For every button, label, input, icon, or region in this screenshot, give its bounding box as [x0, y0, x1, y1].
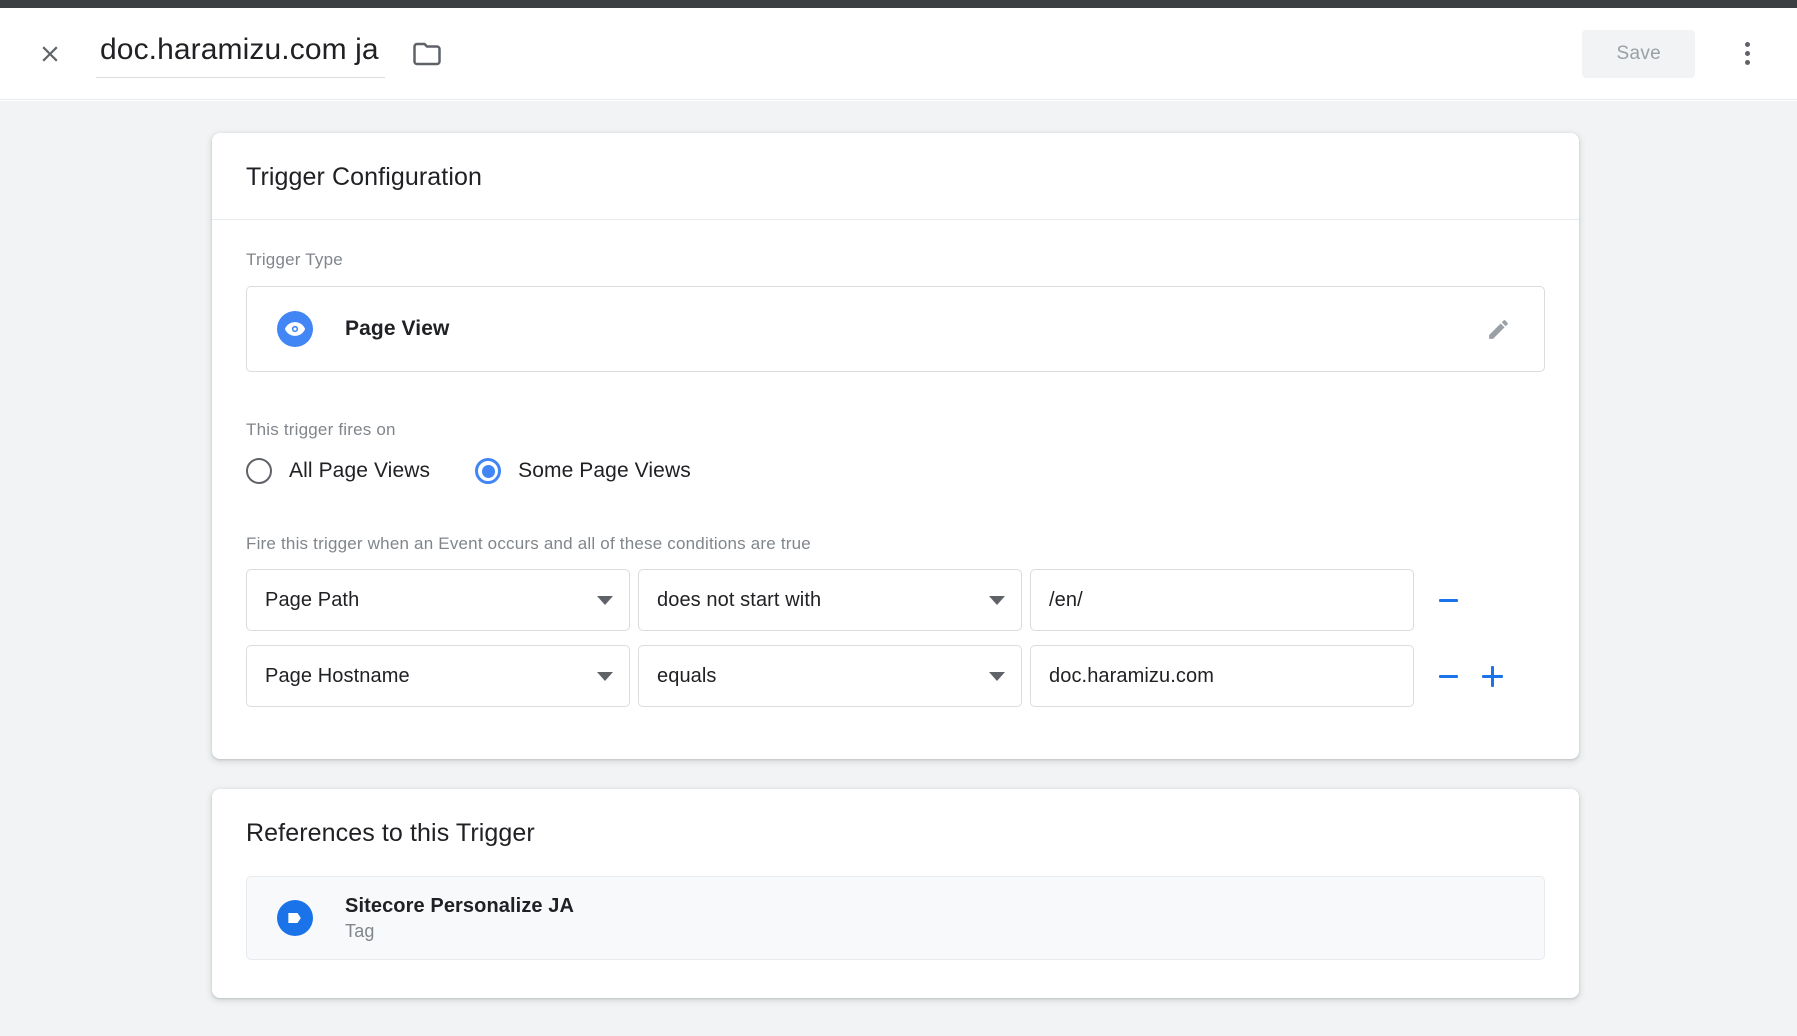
chevron-down-icon: [989, 595, 1005, 605]
radio-all-page-views[interactable]: All Page Views: [246, 458, 430, 484]
header-bar: doc.haramizu.com ja Save: [0, 8, 1797, 100]
trigger-type-selector[interactable]: Page View: [246, 286, 1545, 372]
tag-icon: [277, 900, 313, 936]
condition-row: Page Path does not start with /en/: [246, 569, 1545, 631]
chevron-down-icon: [989, 671, 1005, 681]
list-item[interactable]: Sitecore Personalize JA Tag: [246, 876, 1545, 960]
references-body: Sitecore Personalize JA Tag: [212, 862, 1579, 998]
remove-condition-button[interactable]: [1426, 578, 1470, 622]
fires-on-radio-group: All Page Views Some Page Views: [246, 458, 1545, 484]
conditions-block: Fire this trigger when an Event occurs a…: [246, 534, 1545, 707]
more-options-button[interactable]: [1723, 30, 1771, 78]
trigger-name-input[interactable]: doc.haramizu.com ja: [96, 29, 385, 78]
trigger-type-value: Page View: [345, 317, 450, 340]
chevron-down-icon: [597, 595, 613, 605]
trigger-configuration-card: Trigger Configuration Trigger Type Page …: [212, 133, 1579, 759]
page-content: Trigger Configuration Trigger Type Page …: [0, 101, 1797, 1036]
header-actions: Save: [1582, 29, 1771, 78]
radio-some-page-views[interactable]: Some Page Views: [475, 458, 691, 484]
fires-on-block: This trigger fires on All Page Views Som…: [246, 420, 1545, 484]
plus-icon: [1481, 665, 1503, 687]
condition-variable-select[interactable]: Page Path: [246, 569, 630, 631]
radio-all-page-views-mark: [246, 458, 272, 484]
fires-on-label: This trigger fires on: [246, 420, 396, 439]
references-heading: References to this Trigger: [246, 819, 535, 847]
condition-variable-value: Page Path: [265, 588, 360, 611]
more-vert-icon-dot-1: [1744, 42, 1750, 47]
pencil-icon: [1488, 319, 1508, 339]
condition-variable-value: Page Hostname: [265, 664, 410, 687]
title-area: doc.haramizu.com ja: [96, 29, 1582, 78]
window-top-strip: [0, 0, 1797, 8]
app-window: doc.haramizu.com ja Save Trigger Configu…: [0, 0, 1797, 1036]
list-item-texts: Sitecore Personalize JA Tag: [345, 895, 574, 942]
condition-operator-value: does not start with: [657, 588, 822, 611]
add-condition-button[interactable]: [1470, 654, 1514, 698]
radio-some-page-views-label: Some Page Views: [518, 459, 691, 482]
condition-operator-value: equals: [657, 664, 717, 687]
minus-icon: [1438, 598, 1458, 602]
close-icon: [42, 45, 58, 62]
folder-icon: [412, 42, 441, 65]
more-vert-icon-dot-2: [1744, 51, 1750, 56]
close-button[interactable]: [26, 30, 74, 78]
list-item-title: Sitecore Personalize JA: [345, 894, 575, 917]
trigger-type-label: Trigger Type: [246, 250, 343, 269]
save-button[interactable]: Save: [1582, 29, 1695, 78]
more-vert-icon-dot-3: [1744, 60, 1750, 65]
list-item-subtitle: Tag: [345, 920, 375, 941]
condition-value-input[interactable]: doc.haramizu.com: [1030, 645, 1414, 707]
conditions-caption: Fire this trigger when an Event occurs a…: [246, 534, 811, 553]
minus-icon: [1438, 674, 1458, 678]
condition-row-actions: [1426, 578, 1514, 622]
chevron-down-icon: [597, 671, 613, 681]
condition-row: Page Hostname equals doc.haramizu.com: [246, 645, 1545, 707]
trigger-configuration-heading: Trigger Configuration: [212, 133, 1579, 220]
folder-button[interactable]: [407, 34, 447, 74]
radio-all-page-views-label: All Page Views: [289, 459, 431, 482]
condition-row-actions: [1426, 654, 1514, 698]
condition-operator-select[interactable]: equals: [638, 645, 1022, 707]
trigger-configuration-body: Trigger Type Page View This trigger fire…: [212, 220, 1579, 759]
condition-operator-select[interactable]: does not start with: [638, 569, 1022, 631]
condition-value-input[interactable]: /en/: [1030, 569, 1414, 631]
radio-some-page-views-mark: [475, 458, 502, 484]
references-card: References to this Trigger Sitecore Pers…: [212, 789, 1579, 998]
condition-variable-select[interactable]: Page Hostname: [246, 645, 630, 707]
remove-condition-button[interactable]: [1426, 654, 1470, 698]
eye-icon: [277, 311, 313, 347]
edit-trigger-type-button[interactable]: [1476, 307, 1520, 351]
